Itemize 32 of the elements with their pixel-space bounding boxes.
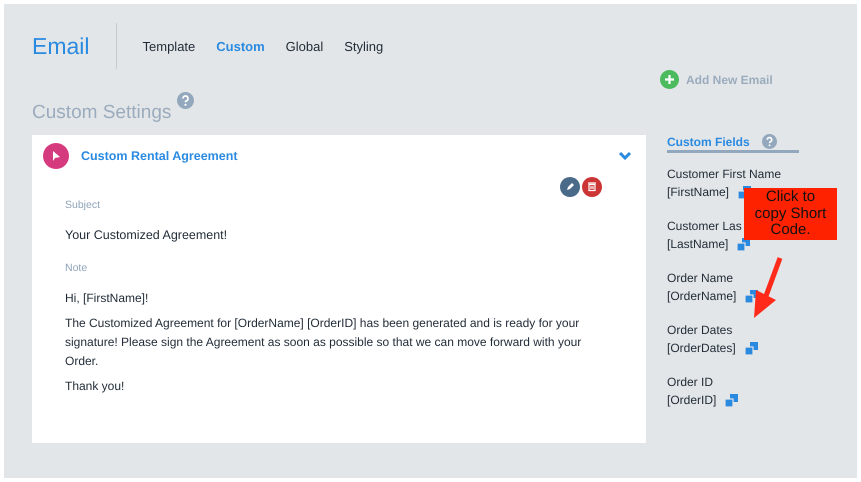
tab[interactable]: Global xyxy=(286,38,324,54)
field-name: Order Dates xyxy=(667,323,732,337)
page-title: Email xyxy=(32,23,117,69)
edit-button[interactable] xyxy=(560,177,580,197)
tab[interactable]: Template xyxy=(142,38,196,54)
short-code: [LastName] xyxy=(667,237,728,251)
short-code: [FirstName] xyxy=(667,185,730,199)
subject-text: Your Customized Agreement! xyxy=(65,228,228,242)
field-name: Customer Las xyxy=(667,219,742,233)
note-label: Note xyxy=(65,262,88,274)
subject-label: Subject xyxy=(65,199,102,211)
note-paragraph: Thank you! xyxy=(65,378,126,395)
chevron-icon[interactable] xyxy=(618,151,632,161)
tab[interactable]: Styling xyxy=(344,38,384,54)
delete-button[interactable] xyxy=(582,177,602,197)
plus-icon xyxy=(660,70,679,89)
card-title[interactable]: Custom Rental Agreement xyxy=(81,149,606,163)
note-paragraph: The Customized Agreement for [OrderName] [OrderID] has been generated and is ready for your signature! Please sign the Agreement as soon as possible so that we can move forward with your Order. xyxy=(65,315,582,370)
copy-icon[interactable] xyxy=(725,394,738,406)
note-paragraph: Hi, [FirstName]! xyxy=(65,290,150,307)
field-name: Customer First Name xyxy=(667,167,782,181)
section-title: Custom Settings xyxy=(32,102,172,124)
short-code: [OrderID] xyxy=(667,393,716,407)
short-code: [OrderName] xyxy=(667,289,736,303)
field-name: Order Name xyxy=(667,271,734,285)
short-code: [OrderDates] xyxy=(667,341,736,355)
custom-fields-title: Custom Fields xyxy=(667,134,750,148)
copy-icon[interactable] xyxy=(744,342,758,354)
help-icon[interactable] xyxy=(762,134,777,149)
help-icon[interactable] xyxy=(177,92,194,109)
field-name: Order ID xyxy=(667,375,714,389)
callout-note: Click to copy Short Code. xyxy=(744,188,837,240)
